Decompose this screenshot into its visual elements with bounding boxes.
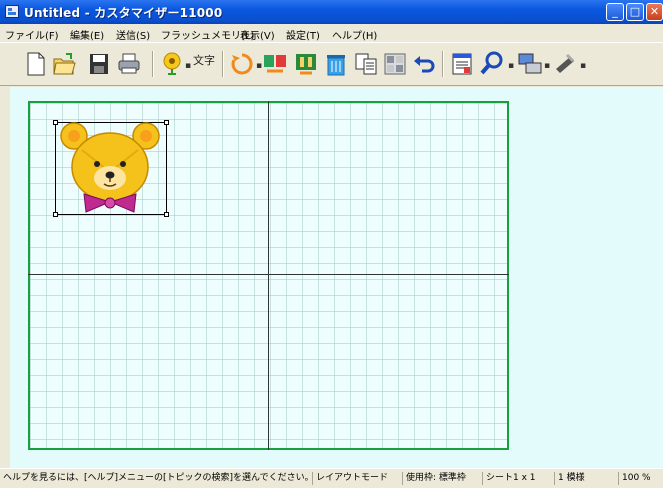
pattern-grid-icon[interactable] bbox=[383, 51, 407, 77]
teddy-bear-pattern[interactable] bbox=[60, 120, 160, 216]
app-icon bbox=[5, 5, 19, 18]
machine-dropdown-icon[interactable]: ▪ bbox=[580, 61, 586, 71]
toolbar: ▪ 文字 ▪ ▪ ▪ ▪ bbox=[0, 42, 663, 86]
trash-icon[interactable] bbox=[324, 51, 348, 77]
window-title: Untitled - カスタマイザー11000 bbox=[24, 6, 223, 20]
resize-handle[interactable] bbox=[53, 120, 58, 125]
zoom-dropdown-icon[interactable]: ▪ bbox=[508, 61, 514, 71]
menu-edit[interactable]: 編集(E) bbox=[70, 27, 104, 42]
svg-text:文字: 文字 bbox=[193, 53, 215, 67]
save-disk-icon[interactable] bbox=[87, 51, 111, 77]
close-button[interactable]: ✕ bbox=[646, 3, 663, 21]
status-sheet: シート1 x 1 bbox=[482, 472, 536, 485]
transfer-to-machine-icon[interactable] bbox=[518, 51, 542, 77]
sewing-machine-icon[interactable] bbox=[553, 51, 577, 77]
status-frame: 使用枠: 標準枠 bbox=[402, 472, 466, 485]
status-bar: ヘルプを見るには、[ヘルプ]メニューの[トピックの検索]を選んでください。 レイ… bbox=[0, 468, 663, 488]
sheet-divider-vertical bbox=[268, 101, 269, 450]
status-mode: レイアウトモード bbox=[312, 472, 388, 485]
insert-image-dropdown-icon[interactable]: ▪ bbox=[185, 61, 191, 71]
sheet-divider-horizontal bbox=[28, 274, 509, 275]
workspace-left-edge bbox=[0, 87, 10, 468]
rotate-dropdown-icon[interactable]: ▪ bbox=[256, 61, 262, 71]
insert-text-icon[interactable]: 文字 bbox=[192, 51, 216, 77]
properties-icon[interactable] bbox=[450, 51, 474, 77]
menu-file[interactable]: ファイル(F) bbox=[5, 27, 59, 42]
transfer-dropdown-icon[interactable]: ▪ bbox=[544, 61, 550, 71]
undo-icon[interactable] bbox=[412, 51, 436, 77]
flip-horizontal-icon[interactable] bbox=[263, 51, 287, 77]
menu-view[interactable]: 表示(V) bbox=[240, 27, 275, 42]
title-bar: Untitled - カスタマイザー11000 _ □ ✕ bbox=[0, 0, 663, 24]
print-icon[interactable] bbox=[117, 51, 141, 77]
open-folder-icon[interactable] bbox=[52, 51, 76, 77]
insert-image-icon[interactable] bbox=[160, 51, 184, 77]
status-zoom: 100 % bbox=[618, 472, 651, 485]
zoom-icon[interactable] bbox=[480, 51, 504, 77]
resize-handle[interactable] bbox=[164, 212, 169, 217]
menu-help[interactable]: ヘルプ(H) bbox=[332, 27, 377, 42]
status-pattern-count: 1 模様 bbox=[554, 472, 585, 485]
rotate-icon[interactable] bbox=[230, 51, 254, 77]
maximize-button[interactable]: □ bbox=[626, 3, 644, 21]
flip-vertical-icon[interactable] bbox=[294, 51, 318, 77]
status-help-text: ヘルプを見るには、[ヘルプ]メニューの[トピックの検索]を選んでください。 bbox=[3, 473, 314, 483]
copy-icon[interactable] bbox=[354, 51, 378, 77]
menu-settings[interactable]: 設定(T) bbox=[286, 27, 320, 42]
resize-handle[interactable] bbox=[53, 212, 58, 217]
new-file-icon[interactable] bbox=[24, 51, 48, 77]
minimize-button[interactable]: _ bbox=[606, 3, 624, 21]
menu-send[interactable]: 送信(S) bbox=[116, 27, 150, 42]
resize-handle[interactable] bbox=[164, 120, 169, 125]
menu-bar: ファイル(F) 編集(E) 送信(S) フラッシュメモリ(L) 表示(V) 設定… bbox=[0, 24, 663, 42]
